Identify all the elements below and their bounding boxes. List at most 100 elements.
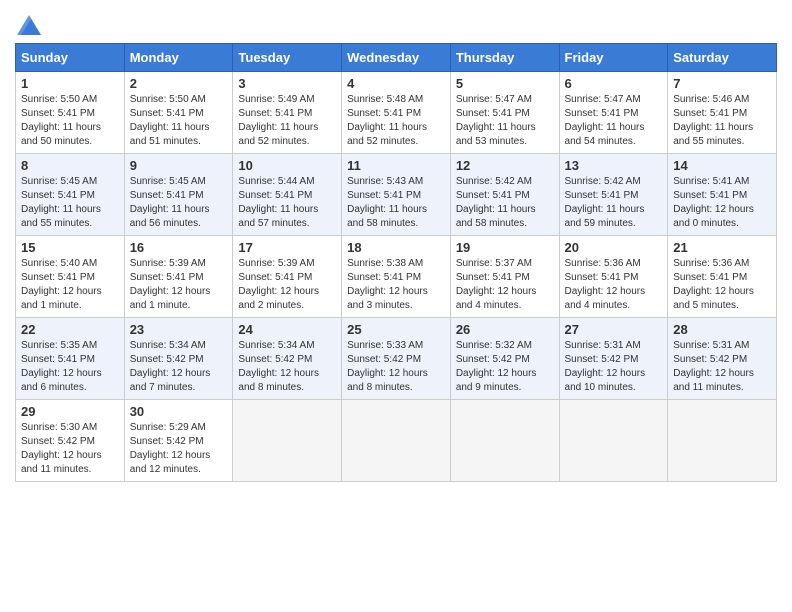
day-number: 24 (238, 322, 336, 337)
day-number: 15 (21, 240, 119, 255)
day-number: 21 (673, 240, 771, 255)
calendar-day-empty (668, 400, 777, 482)
day-info: Sunrise: 5:42 AMSunset: 5:41 PMDaylight:… (565, 176, 645, 229)
calendar-day-4: 4Sunrise: 5:48 AMSunset: 5:41 PMDaylight… (342, 72, 451, 154)
calendar-day-empty (450, 400, 559, 482)
calendar-day-5: 5 Sunrise: 5:47 AMSunset: 5:41 PMDaylight… (450, 72, 559, 154)
calendar-day-13: 13 Sunrise: 5:42 AMSunset: 5:41 PMDayligh… (559, 154, 668, 236)
day-info: Sunrise: 5:36 AMSunset: 5:41 PMDaylight:… (673, 258, 754, 311)
calendar-day-7: 7 Sunrise: 5:46 AMSunset: 5:41 PMDaylight… (668, 72, 777, 154)
calendar-day-10: 10 Sunrise: 5:44 AMSunset: 5:41 PMDayligh… (233, 154, 342, 236)
day-header-tuesday: Tuesday (233, 44, 342, 72)
calendar-week-5: 29 Sunrise: 5:30 AMSunset: 5:42 PMDayligh… (16, 400, 777, 482)
day-number: 14 (673, 158, 771, 173)
calendar-day-3: 3 Sunrise: 5:49 AMSunset: 5:41 PMDaylight… (233, 72, 342, 154)
calendar-day-16: 16Sunrise: 5:39 AMSunset: 5:41 PMDayligh… (124, 236, 233, 318)
day-info: Sunrise: 5:40 AMSunset: 5:41 PMDaylight:… (21, 258, 102, 311)
day-number: 1 (21, 76, 119, 91)
header (15, 10, 777, 35)
day-info: Sunrise: 5:47 AMSunset: 5:41 PMDaylight:… (565, 94, 645, 147)
calendar-day-15: 15 Sunrise: 5:40 AMSunset: 5:41 PMDayligh… (16, 236, 125, 318)
day-header-thursday: Thursday (450, 44, 559, 72)
day-number: 17 (238, 240, 336, 255)
day-info: Sunrise: 5:49 AMSunset: 5:41 PMDaylight:… (238, 94, 318, 147)
calendar-day-18: 18 Sunrise: 5:38 AMSunset: 5:41 PMDayligh… (342, 236, 451, 318)
calendar-day-19: 19 Sunrise: 5:37 AMSunset: 5:41 PMDayligh… (450, 236, 559, 318)
calendar-day-6: 6 Sunrise: 5:47 AMSunset: 5:41 PMDaylight… (559, 72, 668, 154)
calendar-day-14: 14 Sunrise: 5:41 AMSunset: 5:41 PMDayligh… (668, 154, 777, 236)
calendar-day-29: 29 Sunrise: 5:30 AMSunset: 5:42 PMDayligh… (16, 400, 125, 482)
day-number: 25 (347, 322, 445, 337)
calendar-day-30: 30 Sunrise: 5:29 AMSunset: 5:42 PMDayligh… (124, 400, 233, 482)
day-header-saturday: Saturday (668, 44, 777, 72)
calendar-table: SundayMondayTuesdayWednesdayThursdayFrid… (15, 43, 777, 482)
calendar-day-26: 26 Sunrise: 5:32 AMSunset: 5:42 PMDayligh… (450, 318, 559, 400)
day-number: 20 (565, 240, 663, 255)
day-number: 12 (456, 158, 554, 173)
calendar-day-2: 2 Sunrise: 5:50 AMSunset: 5:41 PMDaylight… (124, 72, 233, 154)
day-info: Sunrise: 5:50 AMSunset: 5:41 PMDaylight:… (21, 94, 101, 147)
day-header-monday: Monday (124, 44, 233, 72)
day-number: 8 (21, 158, 119, 173)
calendar-day-9: 9 Sunrise: 5:45 AMSunset: 5:41 PMDaylight… (124, 154, 233, 236)
calendar-day-27: 27Sunrise: 5:31 AMSunset: 5:42 PMDayligh… (559, 318, 668, 400)
day-number: 18 (347, 240, 445, 255)
day-info: Sunrise: 5:46 AMSunset: 5:41 PMDaylight:… (673, 94, 753, 147)
day-info: Sunrise: 5:47 AMSunset: 5:41 PMDaylight:… (456, 94, 536, 147)
day-number: 7 (673, 76, 771, 91)
day-info: Sunrise: 5:37 AMSunset: 5:41 PMDaylight:… (456, 258, 537, 311)
day-number: 23 (130, 322, 228, 337)
day-number: 10 (238, 158, 336, 173)
calendar-day-empty (559, 400, 668, 482)
calendar-week-1: 1 Sunrise: 5:50 AMSunset: 5:41 PMDaylight… (16, 72, 777, 154)
calendar-day-24: 24 Sunrise: 5:34 AMSunset: 5:42 PMDayligh… (233, 318, 342, 400)
calendar-day-28: 28Sunrise: 5:31 AMSunset: 5:42 PMDayligh… (668, 318, 777, 400)
calendar-day-17: 17 Sunrise: 5:39 AMSunset: 5:41 PMDayligh… (233, 236, 342, 318)
calendar-week-2: 8 Sunrise: 5:45 AMSunset: 5:41 PMDaylight… (16, 154, 777, 236)
calendar-page: SundayMondayTuesdayWednesdayThursdayFrid… (0, 0, 792, 612)
day-number: 29 (21, 404, 119, 419)
day-number: 28 (673, 322, 771, 337)
day-info: Sunrise: 5:44 AMSunset: 5:41 PMDaylight:… (238, 176, 318, 229)
day-info: Sunrise: 5:32 AMSunset: 5:42 PMDaylight:… (456, 340, 537, 393)
day-info: Sunrise: 5:50 AMSunset: 5:41 PMDaylight:… (130, 94, 210, 147)
day-number: 6 (565, 76, 663, 91)
calendar-day-23: 23 Sunrise: 5:34 AMSunset: 5:42 PMDayligh… (124, 318, 233, 400)
day-info: Sunrise: 5:35 AMSunset: 5:41 PMDaylight:… (21, 340, 102, 393)
day-number: 13 (565, 158, 663, 173)
day-info: Sunrise: 5:45 AMSunset: 5:41 PMDaylight:… (130, 176, 210, 229)
day-number: 9 (130, 158, 228, 173)
calendar-week-4: 22Sunrise: 5:35 AMSunset: 5:41 PMDayligh… (16, 318, 777, 400)
day-header-friday: Friday (559, 44, 668, 72)
day-number: 30 (130, 404, 228, 419)
day-info: Sunrise: 5:30 AMSunset: 5:42 PMDaylight:… (21, 422, 102, 475)
calendar-day-22: 22Sunrise: 5:35 AMSunset: 5:41 PMDayligh… (16, 318, 125, 400)
day-number: 27 (565, 322, 663, 337)
day-info: Sunrise: 5:39 AMSunset: 5:41 PMDaylight:… (238, 258, 319, 311)
day-info: Sunrise: 5:48 AMSunset: 5:41 PMDaylight:… (347, 94, 427, 147)
calendar-day-8: 8 Sunrise: 5:45 AMSunset: 5:41 PMDaylight… (16, 154, 125, 236)
calendar-day-25: 25Sunrise: 5:33 AMSunset: 5:42 PMDayligh… (342, 318, 451, 400)
day-header-sunday: Sunday (16, 44, 125, 72)
day-number: 16 (130, 240, 228, 255)
calendar-day-11: 11Sunrise: 5:43 AMSunset: 5:41 PMDayligh… (342, 154, 451, 236)
day-number: 26 (456, 322, 554, 337)
days-header-row: SundayMondayTuesdayWednesdayThursdayFrid… (16, 44, 777, 72)
day-number: 5 (456, 76, 554, 91)
day-info: Sunrise: 5:36 AMSunset: 5:41 PMDaylight:… (565, 258, 646, 311)
day-info: Sunrise: 5:34 AMSunset: 5:42 PMDaylight:… (130, 340, 211, 393)
day-info: Sunrise: 5:38 AMSunset: 5:41 PMDaylight:… (347, 258, 428, 311)
day-info: Sunrise: 5:45 AMSunset: 5:41 PMDaylight:… (21, 176, 101, 229)
calendar-week-3: 15 Sunrise: 5:40 AMSunset: 5:41 PMDayligh… (16, 236, 777, 318)
day-number: 2 (130, 76, 228, 91)
day-info: Sunrise: 5:34 AMSunset: 5:42 PMDaylight:… (238, 340, 319, 393)
calendar-day-1: 1 Sunrise: 5:50 AMSunset: 5:41 PMDaylight… (16, 72, 125, 154)
day-info: Sunrise: 5:29 AMSunset: 5:42 PMDaylight:… (130, 422, 211, 475)
day-info: Sunrise: 5:41 AMSunset: 5:41 PMDaylight:… (673, 176, 754, 229)
calendar-day-21: 21 Sunrise: 5:36 AMSunset: 5:41 PMDayligh… (668, 236, 777, 318)
calendar-day-12: 12Sunrise: 5:42 AMSunset: 5:41 PMDayligh… (450, 154, 559, 236)
day-number: 11 (347, 158, 445, 173)
logo-icon (17, 15, 41, 35)
day-number: 19 (456, 240, 554, 255)
day-number: 3 (238, 76, 336, 91)
